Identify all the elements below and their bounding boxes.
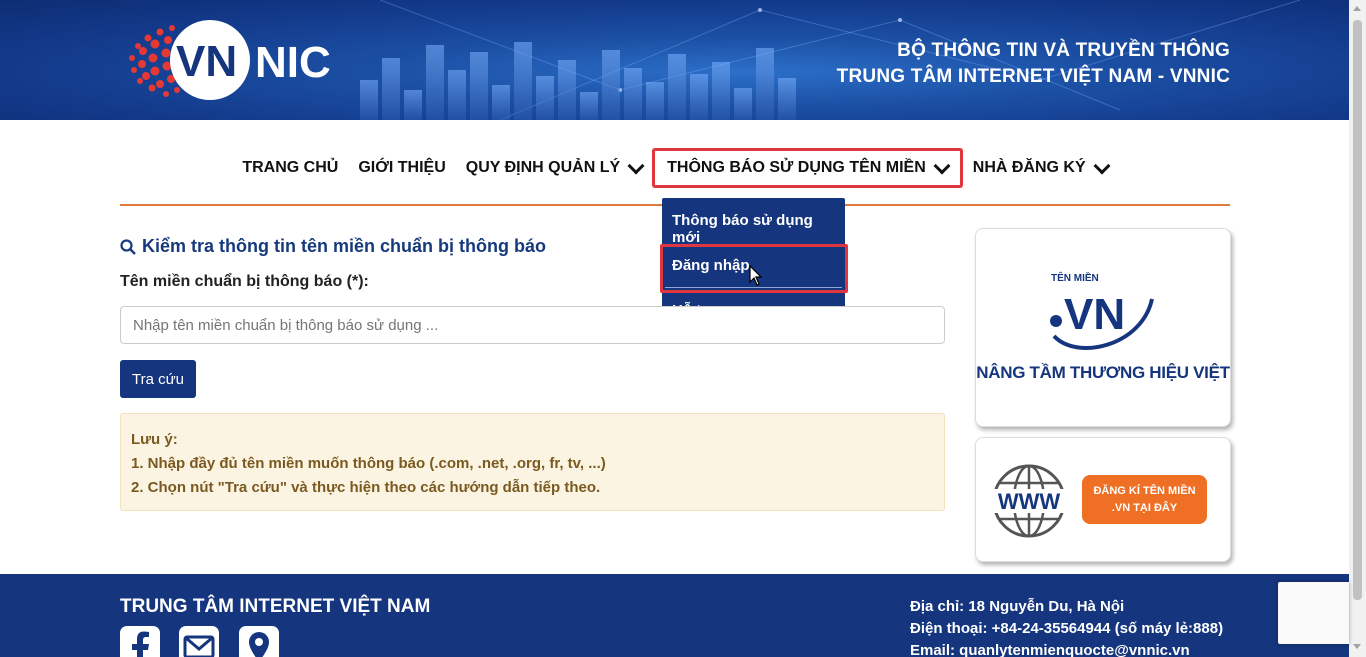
vnnic-logo-icon: VN NIC (129, 20, 331, 100)
search-icon (120, 238, 136, 255)
note-line-2: 2. Chọn nút "Tra cứu" và thực hiện theo … (131, 479, 601, 496)
location-link[interactable] (239, 626, 279, 657)
domain-search-input[interactable] (120, 306, 945, 344)
nav-item-regulations[interactable]: QUY ĐỊNH QUẢN LÝ (456, 157, 652, 177)
nav-item-about[interactable]: GIỚI THIỆU (348, 159, 455, 177)
page-title: Kiểm tra thông tin tên miền chuẩn bị thô… (120, 236, 546, 257)
scrollbar-thumb[interactable] (1353, 20, 1362, 600)
banner-slogan: NÂNG TẦM THƯƠNG HIỆU VIỆT (976, 363, 1230, 382)
nav-item-home[interactable]: TRANG CHỦ (232, 159, 348, 177)
site-footer: TRUNG TÂM INTERNET VIỆT NAM Địa chỉ: 18 … (0, 574, 1349, 657)
footer-phone: Điện thoại: +84-24-35564944 (số máy lẻ:8… (910, 620, 1224, 637)
nav-item-label: NHÀ ĐĂNG KÝ (972, 159, 1086, 176)
map-pin-icon (249, 632, 269, 657)
domain-field-label: Tên miền chuẩn bị thông báo (*): (120, 273, 369, 290)
site-header: VN NIC BỘ THÔNG TIN VÀ TRUYỀN THÔNG TRUN… (0, 0, 1349, 120)
footer-title: TRUNG TÂM INTERNET VIỆT NAM (120, 596, 431, 617)
vnnic-logo[interactable]: VN NIC (124, 18, 344, 102)
nav-item-label: TRANG CHỦ (242, 159, 339, 176)
register-domain-button[interactable]: ĐĂNG KÍ TÊN MIỀN .VN TẠI ĐÂY (1082, 475, 1207, 524)
dropdown-item-new-notification[interactable]: Thông báo sử dụng mới (662, 212, 845, 246)
note-title: Lưu ý: (131, 431, 178, 448)
header-title-line2: TRUNG TÂM INTERNET VIỆT NAM - VNNIC (836, 66, 1230, 87)
chevron-down-icon (1093, 157, 1111, 174)
main-navigation: TRANG CHỦ GIỚI THIỆU QUY ĐỊNH QUẢN LÝ TH… (120, 142, 1230, 206)
footer-email[interactable]: Email: quanlytenmienquocte@vnnic.vn (910, 640, 1223, 657)
search-button[interactable]: Tra cứu (120, 360, 196, 398)
header-title-line1: BỘ THÔNG TIN VÀ TRUYỀN THÔNG (897, 40, 1230, 61)
note-box: Lưu ý: 1. Nhập đầy đủ tên miền muốn thôn… (120, 413, 945, 511)
www-text: WWW (998, 489, 1061, 514)
svg-text:VN: VN (176, 37, 237, 86)
register-domain-banner[interactable]: WWW ĐĂNG KÍ TÊN MIỀN .VN TẠI ĐÂY (975, 437, 1231, 562)
footer-contact: Địa chỉ: 18 Nguyễn Du, Hà Nội Điện thoại… (910, 596, 1223, 657)
scroll-up-arrow-icon[interactable] (1353, 6, 1361, 11)
facebook-link[interactable] (120, 626, 160, 657)
svg-text:VN: VN (1064, 290, 1125, 339)
page-title-text: Kiểm tra thông tin tên miền chuẩn bị thô… (142, 236, 546, 256)
recaptcha-badge[interactable] (1278, 582, 1349, 644)
note-line-1: 1. Nhập đầy đủ tên miền muốn thông báo (… (131, 455, 606, 472)
header-title: BỘ THÔNG TIN VÀ TRUYỀN THÔNG TRUNG TÂM I… (837, 38, 1230, 90)
globe-www-icon: WWW (988, 464, 1070, 538)
vn-domain-logo-icon: VN (1050, 290, 1154, 350)
nav-item-registrars[interactable]: NHÀ ĐĂNG KÝ (963, 157, 1118, 177)
dropdown-item-label: Thông báo sử dụng mới (672, 212, 813, 246)
chevron-down-icon (933, 157, 951, 174)
chevron-down-icon (627, 157, 645, 174)
nav-item-domain-notification[interactable]: THÔNG BÁO SỬ DỤNG TÊN MIỀN (652, 148, 963, 188)
svg-text:NIC: NIC (255, 38, 331, 87)
mouse-cursor-icon (749, 265, 763, 286)
register-button-line1: ĐĂNG KÍ TÊN MIỀN (1093, 485, 1196, 497)
scroll-down-arrow-icon[interactable] (1353, 644, 1361, 649)
register-button-line2: .VN TẠI ĐÂY (1111, 502, 1178, 514)
footer-address: Địa chỉ: 18 Nguyễn Du, Hà Nội (910, 598, 1125, 615)
email-link[interactable] (179, 626, 219, 657)
nav-item-label: QUY ĐỊNH QUẢN LÝ (465, 159, 621, 176)
mail-icon (183, 635, 215, 657)
page-scrollbar[interactable] (1349, 0, 1366, 657)
nav-item-label: GIỚI THIỆU (358, 159, 446, 176)
nav-item-label: THÔNG BÁO SỬ DỤNG TÊN MIỀN (667, 159, 926, 176)
facebook-icon (132, 631, 149, 657)
vn-domain-banner[interactable]: TÊN MIỀN VN NÂNG TẦM THƯƠNG HIỆU VIỆT (975, 228, 1231, 427)
city-skyline-decoration (360, 40, 880, 120)
